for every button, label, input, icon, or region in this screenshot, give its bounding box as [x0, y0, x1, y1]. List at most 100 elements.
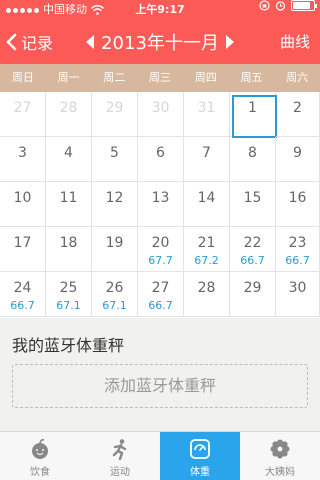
- tab-bar: 饮食 运动 体重 大姨妈: [0, 431, 320, 480]
- weekday-label: 周日: [11, 71, 34, 84]
- tab-period[interactable]: 大姨妈: [240, 432, 320, 480]
- prev-month-icon[interactable]: [86, 35, 95, 49]
- day-number: 3: [18, 145, 27, 161]
- day-number: 2: [293, 100, 302, 116]
- apple-icon: [32, 439, 48, 459]
- calendar-day[interactable]: 16: [276, 182, 320, 227]
- weekday-header: 周日 周一 周二 周三 周四 周五 周六: [0, 64, 320, 92]
- runner-icon: [112, 439, 127, 460]
- calendar-day[interactable]: 2: [276, 92, 320, 137]
- back-button[interactable]: 记录: [6, 20, 53, 64]
- day-number: 26: [105, 280, 124, 296]
- calendar-day[interactable]: 3: [0, 137, 46, 182]
- day-number: 27: [13, 100, 32, 116]
- day-number: 4: [64, 145, 73, 161]
- calendar-day[interactable]: 26 67.1: [92, 272, 138, 317]
- tab-diet-label: 饮食: [30, 467, 50, 478]
- day-number: 17: [13, 235, 32, 251]
- alarm-icon: [275, 1, 286, 11]
- calendar-day[interactable]: 8: [230, 137, 276, 182]
- day-number: 30: [288, 280, 307, 296]
- day-number: 24: [13, 280, 32, 296]
- calendar-day[interactable]: 21 67.2: [184, 227, 230, 272]
- weight-value: 67.1: [56, 299, 81, 312]
- back-label: 记录: [21, 34, 54, 53]
- curve-button[interactable]: 曲线: [280, 20, 310, 64]
- calendar-day[interactable]: 18: [46, 227, 92, 272]
- weight-value: 66.7: [240, 254, 265, 267]
- weekday-label: 周四: [194, 71, 217, 84]
- weight-value: 67.7: [148, 254, 173, 267]
- calendar-day[interactable]: 20 67.7: [138, 227, 184, 272]
- weekday-label: 周三: [149, 71, 172, 84]
- weekday-label: 周五: [240, 71, 263, 84]
- calendar-day[interactable]: 31: [184, 92, 230, 137]
- calendar-day[interactable]: 29: [230, 272, 276, 317]
- weight-value: 66.7: [10, 299, 35, 312]
- weight-value: 67.1: [102, 299, 127, 312]
- calendar-day[interactable]: 22 66.7: [230, 227, 276, 272]
- calendar-day[interactable]: 25 67.1: [46, 272, 92, 317]
- day-number: 9: [293, 145, 302, 161]
- calendar-day[interactable]: 28: [46, 92, 92, 137]
- calendar-day[interactable]: 7: [184, 137, 230, 182]
- tab-weight[interactable]: 体重: [160, 432, 240, 480]
- calendar-day[interactable]: 4: [46, 137, 92, 182]
- nav-bar: 记录 2013年十一月 曲线: [0, 20, 320, 64]
- tab-exercise[interactable]: 运动: [80, 432, 160, 480]
- calendar-day[interactable]: 13: [138, 182, 184, 227]
- calendar-day[interactable]: 30: [276, 272, 320, 317]
- day-number: 28: [197, 280, 216, 296]
- day-number: 13: [151, 190, 170, 206]
- day-number: 5: [110, 145, 119, 161]
- day-number: 11: [59, 190, 78, 206]
- day-number: 19: [105, 235, 124, 251]
- day-number: 1: [248, 100, 257, 116]
- add-scale-button[interactable]: 添加蓝牙体重秤: [12, 364, 308, 408]
- next-month-icon[interactable]: [225, 35, 234, 49]
- day-number: 15: [243, 190, 262, 206]
- calendar-day[interactable]: 27 66.7: [138, 272, 184, 317]
- day-number: 12: [105, 190, 124, 206]
- tab-diet[interactable]: 饮食: [0, 432, 80, 480]
- tab-exercise-label: 运动: [110, 467, 130, 478]
- calendar-day[interactable]: 30: [138, 92, 184, 137]
- day-number: 29: [243, 280, 262, 296]
- calendar-day[interactable]: 28: [184, 272, 230, 317]
- calendar-day[interactable]: 14: [184, 182, 230, 227]
- calendar-day[interactable]: 17: [0, 227, 46, 272]
- calendar-day[interactable]: 15: [230, 182, 276, 227]
- calendar-day-today[interactable]: 1: [230, 92, 277, 138]
- calendar-day[interactable]: 24 66.7: [0, 272, 46, 317]
- day-number: 14: [197, 190, 216, 206]
- calendar-day[interactable]: 27: [0, 92, 46, 137]
- day-number: 29: [105, 100, 124, 116]
- day-number: 30: [151, 100, 170, 116]
- day-number: 27: [151, 280, 170, 296]
- calendar-day[interactable]: 12: [92, 182, 138, 227]
- calendar-day[interactable]: 29: [92, 92, 138, 137]
- calendar-day[interactable]: 5: [92, 137, 138, 182]
- day-number: 28: [59, 100, 78, 116]
- calendar-day[interactable]: 9: [276, 137, 320, 182]
- day-number: 21: [197, 235, 216, 251]
- calendar-day[interactable]: 11: [46, 182, 92, 227]
- day-number: 16: [288, 190, 307, 206]
- calendar-day[interactable]: 6: [138, 137, 184, 182]
- status-bar: 中国移动 上午9:17: [0, 0, 320, 20]
- calendar-day[interactable]: 19: [92, 227, 138, 272]
- calendar-day[interactable]: 10: [0, 182, 46, 227]
- month-switcher: 2013年十一月: [80, 20, 240, 64]
- weekday-label: 周一: [57, 71, 80, 84]
- day-number: 20: [151, 235, 170, 251]
- day-number: 6: [156, 145, 165, 161]
- weekday-label: 周六: [286, 71, 309, 84]
- day-number: 31: [197, 100, 216, 116]
- weight-value: 66.7: [285, 254, 310, 267]
- day-number: 22: [243, 235, 262, 251]
- tab-period-label: 大姨妈: [265, 467, 295, 478]
- day-number: 25: [59, 280, 78, 296]
- app-header: 中国移动 上午9:17 记录 2013年十一月 曲线: [0, 0, 320, 64]
- day-number: 23: [288, 235, 307, 251]
- calendar-day[interactable]: 23 66.7: [276, 227, 320, 272]
